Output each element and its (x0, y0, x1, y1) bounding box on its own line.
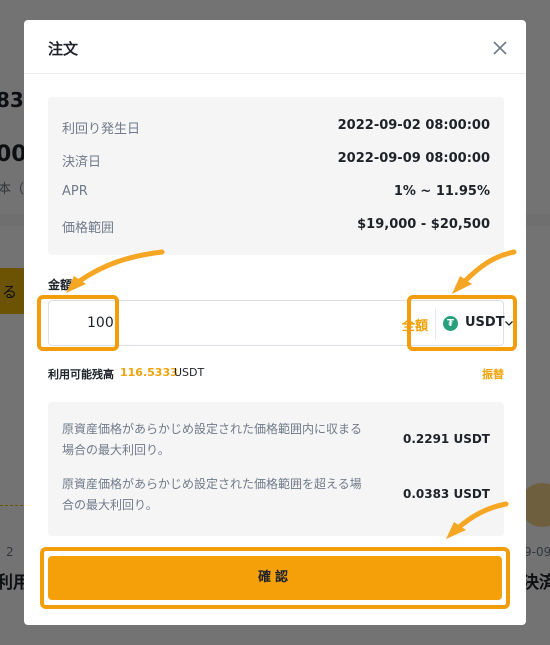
info-value: 1% ~ 11.95% (393, 184, 490, 199)
info-label: APR (62, 184, 88, 199)
transfer-link[interactable]: 振替 (482, 366, 504, 382)
available-balance-value: 116.5333 (120, 366, 178, 379)
info-row-price-range: 価格範囲 $19,000 - $20,500 (62, 217, 490, 237)
available-balance-label: 利用可能残高 (48, 368, 114, 381)
yield-row-above-range: 原資産価格があらかじめ設定された価格範囲を超える場合の最大利回り。 0.0383… (62, 474, 490, 516)
arrow-annotation-amount (66, 249, 165, 293)
yield-value: 0.2291 USDT (402, 432, 490, 446)
order-modal: 注文 利回り発生日 2022-09-02 08:00:00 決済日 2022-0… (24, 20, 526, 625)
arrow-annotation-currency (452, 249, 517, 294)
available-balance-unit: USDT (174, 366, 205, 379)
highlight-currency (407, 295, 517, 351)
order-info-box: 利回り発生日 2022-09-02 08:00:00 決済日 2022-09-0… (48, 97, 504, 255)
highlight-amount (37, 295, 119, 351)
info-row-apr: APR 1% ~ 11.95% (62, 184, 490, 204)
yield-description: 原資産価格があらかじめ設定された価格範囲内に収まる場合の最大利回り。 (62, 422, 363, 457)
yield-description: 原資産価格があらかじめ設定された価格範囲を超える場合の最大利回り。 (62, 477, 362, 512)
info-label: 利回り発生日 (62, 122, 141, 137)
close-icon[interactable] (488, 36, 512, 60)
info-value: $19,000 - $20,500 (357, 217, 490, 232)
modal-title: 注文 (48, 40, 79, 58)
info-label: 価格範囲 (62, 221, 115, 236)
info-value: 2022-09-09 08:00:00 (337, 151, 490, 166)
info-row-settlement-date: 決済日 2022-09-09 08:00:00 (62, 151, 490, 171)
info-row-accrual-date: 利回り発生日 2022-09-02 08:00:00 (62, 118, 490, 138)
modal-header: 注文 (24, 20, 526, 74)
yield-row-within-range: 原資産価格があらかじめ設定された価格範囲内に収まる場合の最大利回り。 0.229… (62, 419, 490, 461)
available-balance-row: 利用可能残高 116.5333 USDT 振替 (48, 366, 504, 382)
confirm-button[interactable]: 確認 (48, 556, 502, 600)
info-label: 決済日 (62, 155, 102, 170)
arrow-annotation-confirm (446, 501, 509, 539)
info-value: 2022-09-02 08:00:00 (337, 118, 490, 133)
